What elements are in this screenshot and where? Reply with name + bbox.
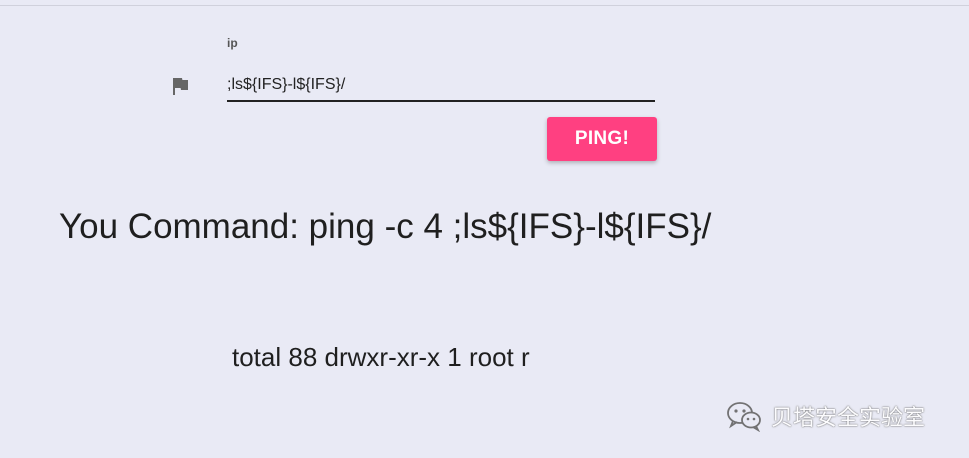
watermark-text: 贝塔安全实验室 <box>771 406 926 431</box>
top-divider <box>0 5 969 6</box>
flag-icon <box>168 74 192 98</box>
ping-button[interactable]: PING! <box>547 117 657 161</box>
command-heading: You Command: ping -c 4 ;ls${IFS}-l${IFS}… <box>59 207 712 246</box>
wechat-icon <box>725 400 765 433</box>
ip-field-label: ip <box>227 36 238 50</box>
command-output: total 88 drwxr-xr-x 1 root r <box>232 342 530 372</box>
ip-input[interactable] <box>227 70 655 102</box>
watermark: 贝塔安全实验室 <box>725 398 925 434</box>
